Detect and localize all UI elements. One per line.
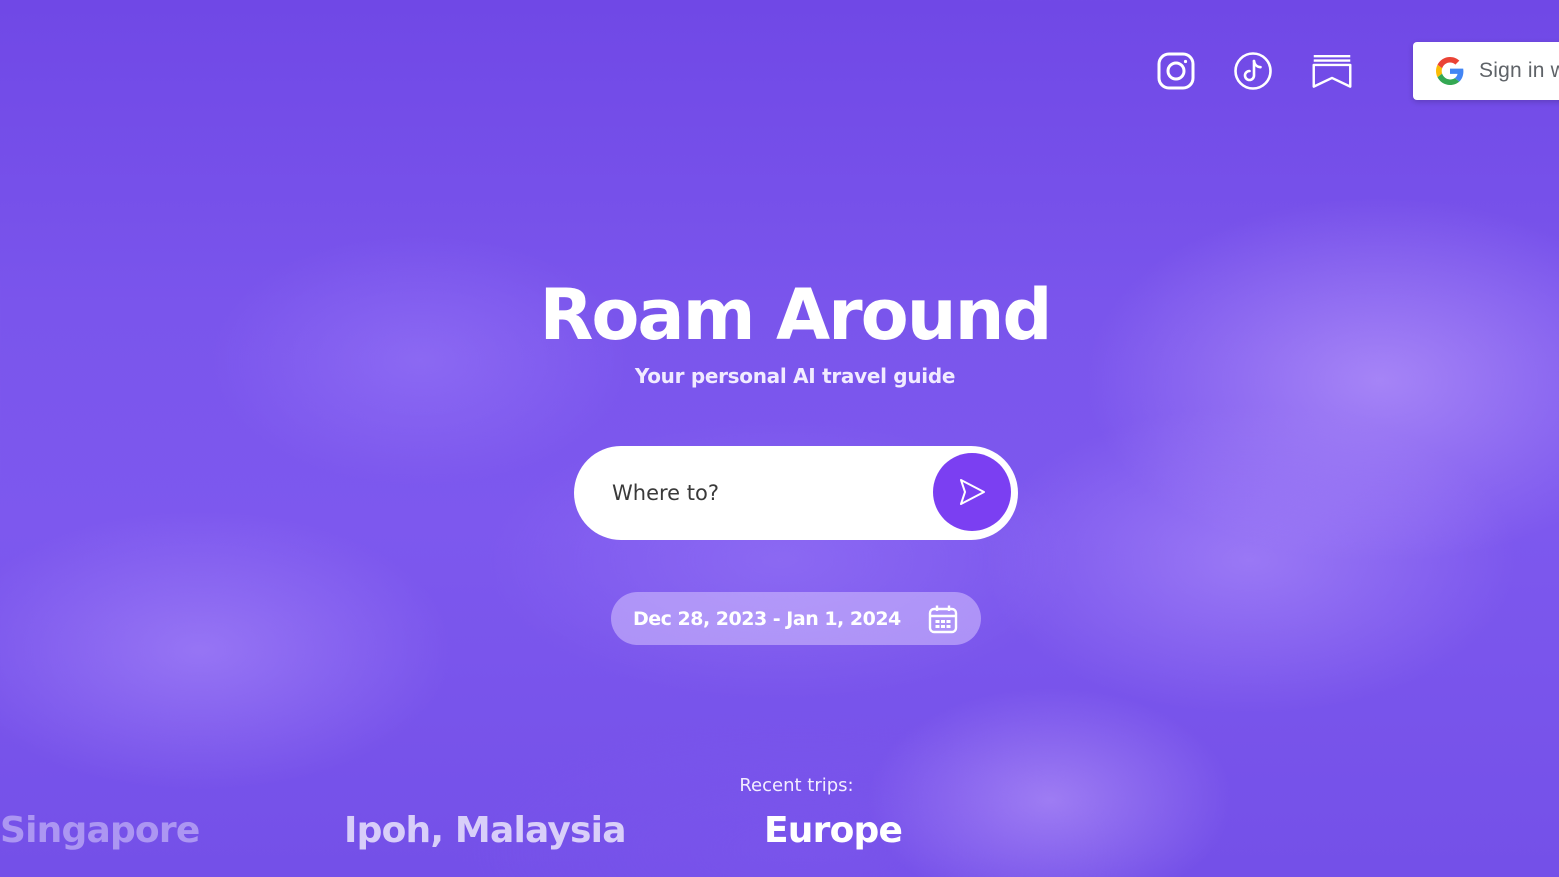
recent-trips-label: Recent trips: (739, 775, 854, 796)
recent-trip-item[interactable]: Singapore (0, 810, 200, 851)
page-subtitle: Your personal AI travel guide (634, 364, 956, 388)
send-arrow-icon (960, 479, 985, 505)
bookmark-icon[interactable] (1309, 49, 1355, 93)
google-signin-button[interactable]: Sign in w (1413, 42, 1559, 100)
signin-label: Sign in w (1479, 59, 1559, 82)
destination-search (574, 446, 1018, 540)
tiktok-icon[interactable] (1231, 49, 1275, 93)
google-icon (1436, 57, 1464, 85)
date-range-text: Dec 28, 2023 - Jan 1, 2024 (633, 607, 901, 630)
instagram-icon[interactable] (1154, 49, 1198, 93)
recent-trip-item[interactable]: Europe (764, 810, 903, 851)
date-range-picker[interactable]: Dec 28, 2023 - Jan 1, 2024 (611, 592, 981, 645)
submit-button[interactable] (933, 453, 1011, 531)
recent-trip-item[interactable]: Ipoh, Malaysia (344, 810, 627, 851)
page-title: Roam Around (539, 274, 1052, 356)
destination-input[interactable] (610, 480, 914, 506)
calendar-icon (928, 605, 958, 634)
